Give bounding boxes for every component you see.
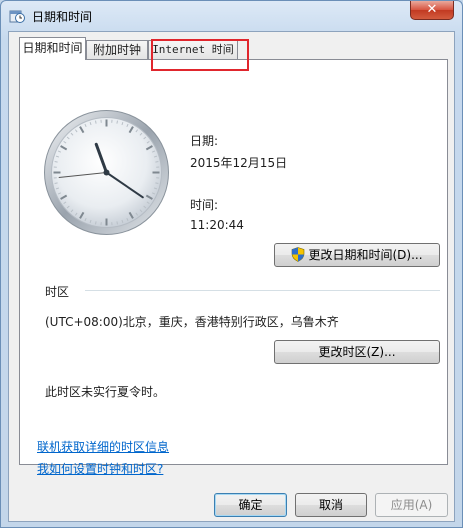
tab-date-time[interactable]: 日期和时间	[19, 37, 86, 60]
uac-shield-icon	[292, 247, 305, 262]
date-label: 日期:	[190, 134, 219, 148]
apply-button[interactable]: 应用(A)	[375, 493, 448, 517]
title-bar[interactable]: 日期和时间 ✕	[1, 1, 462, 31]
change-timezone-button[interactable]: 更改时区(Z)...	[274, 340, 440, 364]
tab-panel-date-time: 日期: 2015年12月15日 时间: 11:20:44 更改日期和时间(D).…	[19, 59, 448, 465]
datetime-icon	[9, 10, 25, 23]
timezone-section-label: 时区	[45, 285, 70, 299]
online-timezone-info-link[interactable]: 联机获取详细的时区信息	[37, 438, 169, 455]
ok-button[interactable]: 确定	[214, 493, 287, 517]
close-button[interactable]: ✕	[410, 1, 454, 20]
clock-tick	[94, 120, 97, 124]
date-time-dialog: 日期和时间 ✕ 日期和时间 附加时钟 Internet 时间 日期: 2015年…	[0, 0, 463, 528]
timezone-divider	[85, 290, 440, 291]
highlight-box	[151, 39, 249, 71]
clock-tick	[155, 160, 159, 163]
analog-clock	[44, 110, 169, 235]
how-to-set-clock-link[interactable]: 我如何设置时钟和时区?	[37, 460, 163, 477]
date-value: 2015年12月15日	[190, 156, 288, 170]
clock-tick	[116, 221, 119, 225]
tab-additional-clocks[interactable]: 附加时钟	[86, 40, 148, 60]
clock-tick	[54, 160, 58, 163]
clock-tick	[116, 120, 119, 124]
dst-note: 此时区未实行夏令时。	[45, 385, 166, 399]
time-value: 11:20:44	[190, 218, 244, 232]
window-title: 日期和时间	[32, 10, 93, 24]
time-label: 时间:	[190, 198, 219, 212]
clock-tick	[54, 182, 58, 185]
dialog-client-area: 日期和时间 附加时钟 Internet 时间 日期: 2015年12月15日 时…	[8, 31, 455, 522]
change-date-time-button[interactable]: 更改日期和时间(D)...	[274, 243, 440, 267]
change-date-time-label: 更改日期和时间(D)...	[308, 248, 423, 262]
cancel-button[interactable]: 取消	[295, 493, 367, 517]
clock-tick	[94, 221, 97, 225]
timezone-value: (UTC+08:00)北京，重庆，香港特别行政区，乌鲁木齐	[45, 315, 339, 329]
clock-tick	[155, 182, 159, 185]
